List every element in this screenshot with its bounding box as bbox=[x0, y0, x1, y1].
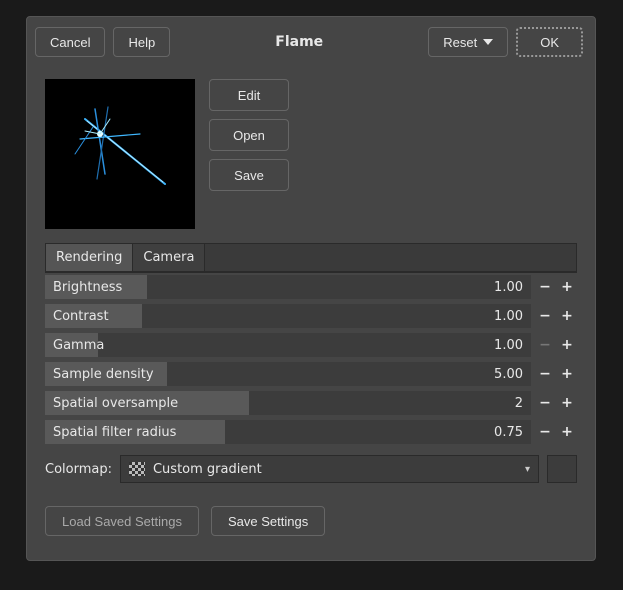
slider-field[interactable]: Spatial filter radius 0.75 bbox=[45, 420, 531, 444]
slider-label: Sample density bbox=[45, 367, 154, 382]
slider-label: Spatial oversample bbox=[45, 396, 178, 411]
slider-value: 1.00 bbox=[494, 338, 531, 353]
tab-rendering[interactable]: Rendering bbox=[46, 244, 133, 271]
colormap-value: Custom gradient bbox=[153, 462, 262, 477]
slider-label: Contrast bbox=[45, 309, 109, 324]
slider-row: Contrast1.00−+ bbox=[45, 302, 577, 330]
dialog-content: Edit Open Save Rendering Camera Brightne… bbox=[27, 67, 595, 560]
slider-stepper: −+ bbox=[535, 334, 577, 356]
slider-field[interactable]: Spatial oversample 2 bbox=[45, 391, 531, 415]
minus-icon[interactable]: − bbox=[535, 363, 555, 385]
slider-field[interactable]: Contrast 1.00 bbox=[45, 304, 531, 328]
slider-label: Brightness bbox=[45, 280, 122, 295]
tab-camera[interactable]: Camera bbox=[133, 244, 205, 271]
minus-icon[interactable]: − bbox=[535, 392, 555, 414]
tab-bar: Rendering Camera bbox=[46, 244, 576, 272]
slider-stepper: −+ bbox=[535, 392, 577, 414]
plus-icon[interactable]: + bbox=[557, 305, 577, 327]
slider-row: Spatial filter radius0.75−+ bbox=[45, 418, 577, 446]
slider-field[interactable]: Gamma 1.00 bbox=[45, 333, 531, 357]
slider-label: Gamma bbox=[45, 338, 104, 353]
save-settings-button[interactable]: Save Settings bbox=[211, 506, 325, 536]
slider-list: Brightness1.00−+Contrast1.00−+Gamma1.00−… bbox=[45, 273, 577, 446]
plus-icon[interactable]: + bbox=[557, 392, 577, 414]
colormap-extra-button[interactable] bbox=[547, 455, 577, 483]
flame-dialog: Cancel Help Flame Reset OK bbox=[26, 16, 596, 561]
slider-row: Spatial oversample2−+ bbox=[45, 389, 577, 417]
slider-field[interactable]: Sample density 5.00 bbox=[45, 362, 531, 386]
slider-stepper: −+ bbox=[535, 363, 577, 385]
slider-value: 5.00 bbox=[494, 367, 531, 382]
dialog-footer: Load Saved Settings Save Settings bbox=[45, 506, 577, 536]
slider-value: 1.00 bbox=[494, 309, 531, 324]
preview-side-buttons: Edit Open Save bbox=[209, 79, 289, 229]
colormap-row: Colormap: Custom gradient ▾ bbox=[45, 454, 577, 484]
slider-row: Sample density5.00−+ bbox=[45, 360, 577, 388]
settings-tabs: Rendering Camera bbox=[45, 243, 577, 273]
minus-icon[interactable]: − bbox=[535, 421, 555, 443]
plus-icon[interactable]: + bbox=[557, 421, 577, 443]
help-button[interactable]: Help bbox=[113, 27, 170, 57]
chevron-down-icon bbox=[483, 39, 493, 45]
edit-button[interactable]: Edit bbox=[209, 79, 289, 111]
dialog-title: Flame bbox=[178, 34, 420, 50]
slider-field[interactable]: Brightness 1.00 bbox=[45, 275, 531, 299]
open-button[interactable]: Open bbox=[209, 119, 289, 151]
plus-icon[interactable]: + bbox=[557, 334, 577, 356]
slider-value: 2 bbox=[515, 396, 531, 411]
minus-icon[interactable]: − bbox=[535, 276, 555, 298]
ok-button[interactable]: OK bbox=[516, 27, 583, 57]
slider-row: Gamma1.00−+ bbox=[45, 331, 577, 359]
slider-label: Spatial filter radius bbox=[45, 425, 176, 440]
slider-stepper: −+ bbox=[535, 276, 577, 298]
preview-row: Edit Open Save bbox=[45, 79, 577, 229]
colormap-label: Colormap: bbox=[45, 462, 112, 477]
colormap-select[interactable]: Custom gradient ▾ bbox=[120, 455, 539, 483]
dialog-header: Cancel Help Flame Reset OK bbox=[27, 17, 595, 67]
cancel-button[interactable]: Cancel bbox=[35, 27, 105, 57]
checker-icon bbox=[129, 462, 145, 476]
save-button[interactable]: Save bbox=[209, 159, 289, 191]
slider-stepper: −+ bbox=[535, 305, 577, 327]
reset-label: Reset bbox=[443, 35, 477, 50]
load-settings-button[interactable]: Load Saved Settings bbox=[45, 506, 199, 536]
flame-preview[interactable] bbox=[45, 79, 195, 229]
reset-button[interactable]: Reset bbox=[428, 27, 508, 57]
slider-value: 1.00 bbox=[494, 280, 531, 295]
flame-thumbnail-icon bbox=[45, 79, 195, 229]
minus-icon[interactable]: − bbox=[535, 305, 555, 327]
plus-icon[interactable]: + bbox=[557, 363, 577, 385]
minus-icon: − bbox=[535, 334, 555, 356]
slider-stepper: −+ bbox=[535, 421, 577, 443]
slider-row: Brightness1.00−+ bbox=[45, 273, 577, 301]
plus-icon[interactable]: + bbox=[557, 276, 577, 298]
slider-value: 0.75 bbox=[494, 425, 531, 440]
chevron-down-icon: ▾ bbox=[525, 464, 530, 475]
